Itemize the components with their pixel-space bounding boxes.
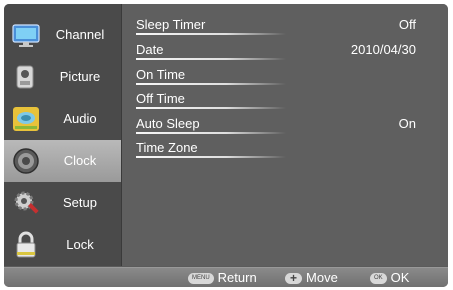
sidebar-item-label: Audio bbox=[63, 111, 97, 126]
row-underline bbox=[136, 58, 286, 60]
setting-value: Off bbox=[398, 17, 416, 32]
sidebar-item-label: Channel bbox=[55, 27, 105, 42]
setting-label: Date bbox=[136, 42, 164, 57]
return-hint: MENU Return bbox=[188, 270, 257, 286]
sidebar-item-label: Picture bbox=[59, 69, 101, 84]
ok-key-icon: OK bbox=[370, 273, 387, 285]
move-hint: + Move bbox=[285, 270, 338, 286]
sidebar-item-audio[interactable]: Audio bbox=[4, 98, 121, 140]
row-underline bbox=[136, 156, 286, 158]
setting-label: Sleep Timer bbox=[136, 17, 206, 32]
row-underline bbox=[136, 107, 286, 109]
setting-sleep-timer[interactable]: Sleep Timer Off bbox=[136, 14, 446, 36]
setting-label: Off Time bbox=[136, 91, 185, 106]
return-label: Return bbox=[217, 270, 257, 285]
category-sidebar: Channel Picture Audio Clock Setup Lock bbox=[4, 4, 122, 266]
row-underline bbox=[136, 33, 286, 35]
move-key-icon: + bbox=[285, 272, 303, 285]
setting-label: On Time bbox=[136, 67, 186, 82]
move-label: Move bbox=[306, 270, 338, 285]
setting-auto-sleep[interactable]: Auto Sleep On bbox=[136, 113, 446, 135]
setting-off-time[interactable]: Off Time bbox=[136, 88, 446, 110]
picture-camera-icon bbox=[16, 65, 34, 89]
ok-label: OK bbox=[390, 270, 410, 285]
menu-key-icon: MENU bbox=[188, 273, 214, 285]
sidebar-item-label: Lock bbox=[66, 237, 94, 252]
setting-date[interactable]: Date 2010/04/30 bbox=[136, 39, 446, 61]
lock-icon bbox=[16, 231, 36, 258]
channel-monitor-icon bbox=[12, 24, 40, 47]
sidebar-item-picture[interactable]: Picture bbox=[4, 56, 121, 98]
key-hint-bar: MENU Return + Move OK OK bbox=[4, 267, 448, 287]
sidebar-item-label: Clock bbox=[63, 153, 97, 168]
ok-hint: OK OK bbox=[370, 270, 409, 286]
osd-menu: Channel Picture Audio Clock Setup Lock S… bbox=[4, 4, 448, 287]
row-underline bbox=[136, 132, 286, 134]
setting-label: Auto Sleep bbox=[136, 116, 200, 131]
clock-icon bbox=[13, 148, 39, 174]
setting-label: Time Zone bbox=[136, 140, 198, 155]
setting-on-time[interactable]: On Time bbox=[136, 64, 446, 86]
setting-time-zone[interactable]: Time Zone bbox=[136, 137, 446, 159]
sidebar-item-channel[interactable]: Channel bbox=[4, 14, 121, 56]
sidebar-item-clock[interactable]: Clock bbox=[4, 140, 121, 182]
clock-settings-panel: Sleep Timer Off Date 2010/04/30 On Time … bbox=[122, 4, 448, 266]
setting-value: 2010/04/30 bbox=[350, 42, 416, 57]
setup-gear-icon bbox=[14, 191, 39, 214]
row-underline bbox=[136, 83, 286, 85]
setting-value: On bbox=[398, 116, 416, 131]
audio-icon bbox=[13, 107, 39, 131]
sidebar-item-setup[interactable]: Setup bbox=[4, 182, 121, 224]
sidebar-item-label: Setup bbox=[63, 195, 97, 210]
sidebar-item-lock[interactable]: Lock bbox=[4, 224, 121, 266]
